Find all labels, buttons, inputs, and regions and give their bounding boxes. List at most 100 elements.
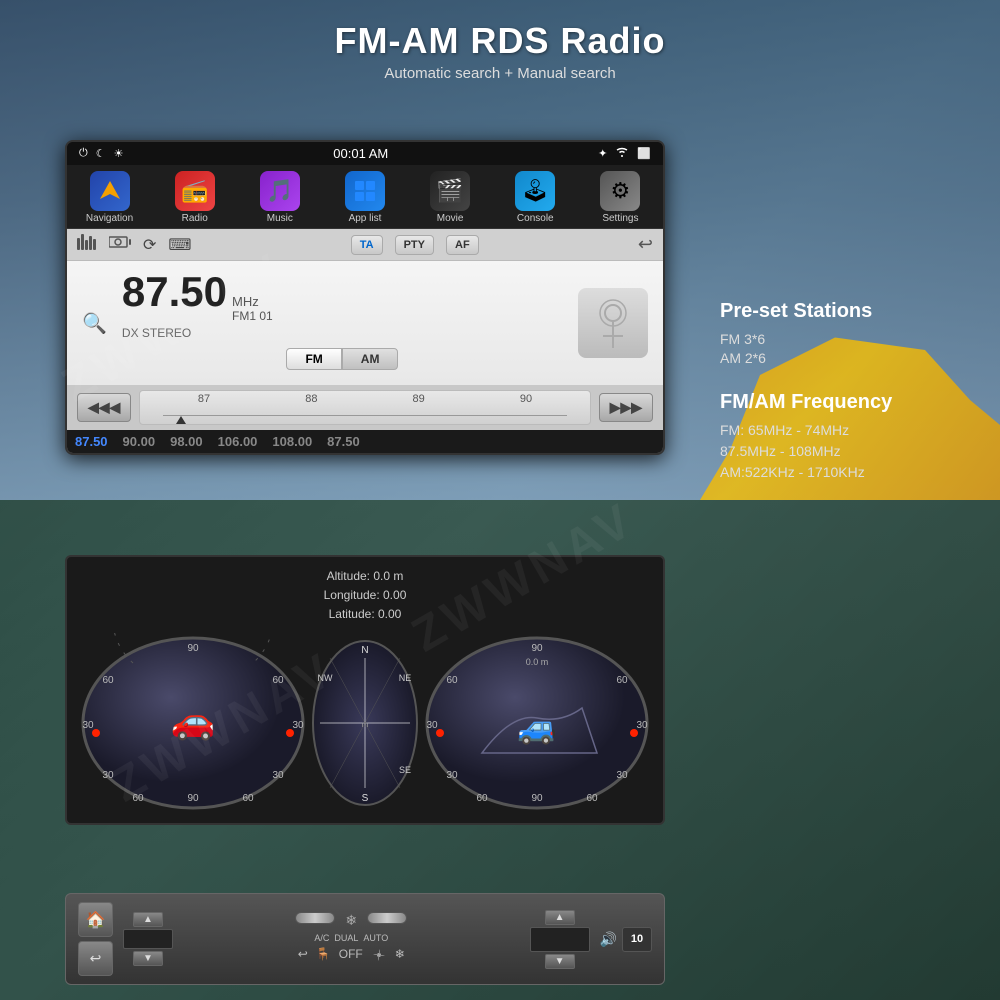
- applist-app-label: App list: [349, 213, 382, 224]
- climate-knob-2[interactable]: [367, 912, 407, 924]
- frequency-display: 87.50 MHz FM1 01 DX STEREO FM AM: [122, 271, 563, 375]
- music-app-icon: 🎵: [260, 171, 300, 211]
- console-app-icon: 🕹: [515, 171, 555, 211]
- page-title: FM-AM RDS Radio: [0, 20, 1000, 62]
- svg-text:🚙: 🚙: [517, 709, 557, 746]
- moon-icon: ☾: [96, 147, 106, 160]
- tuner-scale: 87 88 89 90: [140, 391, 589, 405]
- preset-stations-section: Pre-set Stations FM 3*6 AM 2*6: [720, 300, 970, 366]
- radio-display: 🔍 87.50 MHz FM1 01 DX STEREO FM AM: [67, 261, 663, 385]
- preset-5[interactable]: 108.00: [272, 434, 312, 449]
- vol-right-down-button[interactable]: ▼: [545, 954, 575, 969]
- climate-defrost-icon: ↩: [298, 947, 308, 966]
- nav-info: Altitude: 0.0 m Longitude: 0.00 Latitude…: [77, 567, 653, 625]
- tune-prev-button[interactable]: ◀◀◀: [77, 393, 131, 422]
- preset-6[interactable]: 87.50: [327, 434, 360, 449]
- applist-app-item[interactable]: App list: [330, 171, 400, 224]
- tuner-line: [163, 415, 567, 416]
- radio2-icon[interactable]: ⟳: [143, 235, 156, 255]
- settings-app-label: Settings: [602, 213, 638, 224]
- sound-level-display: 10: [622, 927, 652, 952]
- preset-fm: FM 3*6: [720, 331, 970, 347]
- svg-text:m: m: [362, 720, 369, 729]
- search-icon[interactable]: 🔍: [82, 311, 107, 336]
- right-info-panel: Pre-set Stations FM 3*6 AM 2*6 FM/AM Fre…: [720, 300, 970, 505]
- window-icon: ⬜: [637, 147, 651, 160]
- svg-text:N: N: [361, 645, 368, 656]
- console-app-label: Console: [517, 213, 554, 224]
- am-button[interactable]: AM: [342, 348, 399, 370]
- climate-vol-left: ▲ ▼: [123, 912, 173, 966]
- vol-right-up-button[interactable]: ▲: [545, 910, 575, 925]
- climate-knobs: ❄: [183, 912, 520, 929]
- scale-90: 90: [520, 393, 532, 405]
- climate-back-button[interactable]: ↩: [78, 941, 113, 976]
- device-screen: ⏻ ☾ ☀ 00:01 AM ✦ ⬜: [65, 140, 665, 455]
- equalizer-icon[interactable]: [77, 234, 97, 255]
- movie-app-label: Movie: [437, 213, 464, 224]
- am-freq-range: AM:522KHz - 1710KHz: [720, 464, 970, 480]
- svg-text:🚗: 🚗: [171, 700, 216, 741]
- keyboard-icon[interactable]: ⌨: [168, 235, 191, 255]
- movie-app-icon: 🎬: [430, 171, 470, 211]
- svg-text:0.0 m: 0.0 m: [526, 657, 549, 667]
- nav-app-item[interactable]: Navigation: [75, 171, 145, 224]
- radio-toolbar: ⟳ ⌨ TA PTY AF ↩: [67, 229, 663, 261]
- off-label: OFF: [339, 947, 363, 966]
- af-button[interactable]: AF: [446, 235, 479, 255]
- page-title-area: FM-AM RDS Radio Automatic search + Manua…: [0, 0, 1000, 87]
- altitude-label: Altitude: 0.0 m: [327, 569, 404, 583]
- svg-text:60: 60: [586, 793, 598, 804]
- svg-text:60: 60: [616, 675, 628, 686]
- settings-app-icon: ⚙: [600, 171, 640, 211]
- music-app-item[interactable]: 🎵 Music: [245, 171, 315, 224]
- settings-app-item[interactable]: ⚙ Settings: [585, 171, 655, 224]
- fm-freq-range-1: FM: 65MHz - 74MHz: [720, 422, 970, 438]
- wifi-icon: [615, 147, 629, 160]
- climate-snow-icon: ❄: [395, 947, 405, 966]
- radio-app-label: Radio: [182, 213, 208, 224]
- fm-button[interactable]: FM: [286, 348, 341, 370]
- auto-label: AUTO: [363, 933, 388, 943]
- svg-text:30: 30: [426, 720, 438, 731]
- longitude-label: Longitude: 0.00: [324, 588, 407, 602]
- svg-text:SE: SE: [399, 765, 411, 775]
- preset-3[interactable]: 98.00: [170, 434, 203, 449]
- pty-button[interactable]: PTY: [395, 235, 434, 255]
- status-bar: ⏻ ☾ ☀ 00:01 AM ✦ ⬜: [67, 142, 663, 165]
- preset-4[interactable]: 106.00: [218, 434, 258, 449]
- ta-button[interactable]: TA: [351, 235, 383, 255]
- svg-text:60: 60: [446, 675, 458, 686]
- preset-row: 87.50 90.00 98.00 106.00 108.00 87.50: [67, 430, 663, 453]
- tuner-needle: [176, 416, 186, 424]
- back-button[interactable]: ↩: [638, 234, 653, 255]
- preset-stations-title: Pre-set Stations: [720, 300, 970, 323]
- climate-labels: A/C DUAL AUTO: [183, 933, 520, 943]
- scale-87: 87: [198, 393, 210, 405]
- movie-app-item[interactable]: 🎬 Movie: [415, 171, 485, 224]
- scan-icon[interactable]: [109, 234, 131, 255]
- vol-left-down-button[interactable]: ▼: [133, 951, 163, 966]
- console-app-item[interactable]: 🕹 Console: [500, 171, 570, 224]
- status-time: 00:01 AM: [333, 146, 388, 161]
- brightness-icon: ☀: [114, 147, 124, 160]
- climate-seat-icon: 🪑: [316, 947, 331, 966]
- climate-center-controls: ❄ A/C DUAL AUTO ↩ 🪑 OFF: [183, 912, 520, 966]
- radio-app-item[interactable]: 📻 Radio: [160, 171, 230, 224]
- climate-home-button[interactable]: 🏠: [78, 902, 113, 937]
- climate-temp-display: [530, 927, 590, 952]
- svg-text:NW: NW: [318, 673, 333, 683]
- preset-1[interactable]: 87.50: [75, 434, 108, 449]
- climate-knob-1[interactable]: [295, 912, 335, 924]
- tune-next-button[interactable]: ▶▶▶: [599, 393, 653, 422]
- svg-text:60: 60: [272, 675, 284, 686]
- freq-band: FM1 01: [232, 309, 273, 323]
- climate-icons: ↩ 🪑 OFF ❄: [183, 947, 520, 966]
- preset-2[interactable]: 90.00: [123, 434, 156, 449]
- gauge-2: 90 60 60 30 30 30 30 90 60 60 0.0 m 🚙: [422, 633, 652, 813]
- freq-stereo: DX STEREO: [122, 326, 563, 340]
- vol-left-up-button[interactable]: ▲: [133, 912, 163, 927]
- ac-label: A/C: [314, 933, 329, 943]
- nav-app-icon: [90, 171, 130, 211]
- svg-text:60: 60: [132, 793, 144, 804]
